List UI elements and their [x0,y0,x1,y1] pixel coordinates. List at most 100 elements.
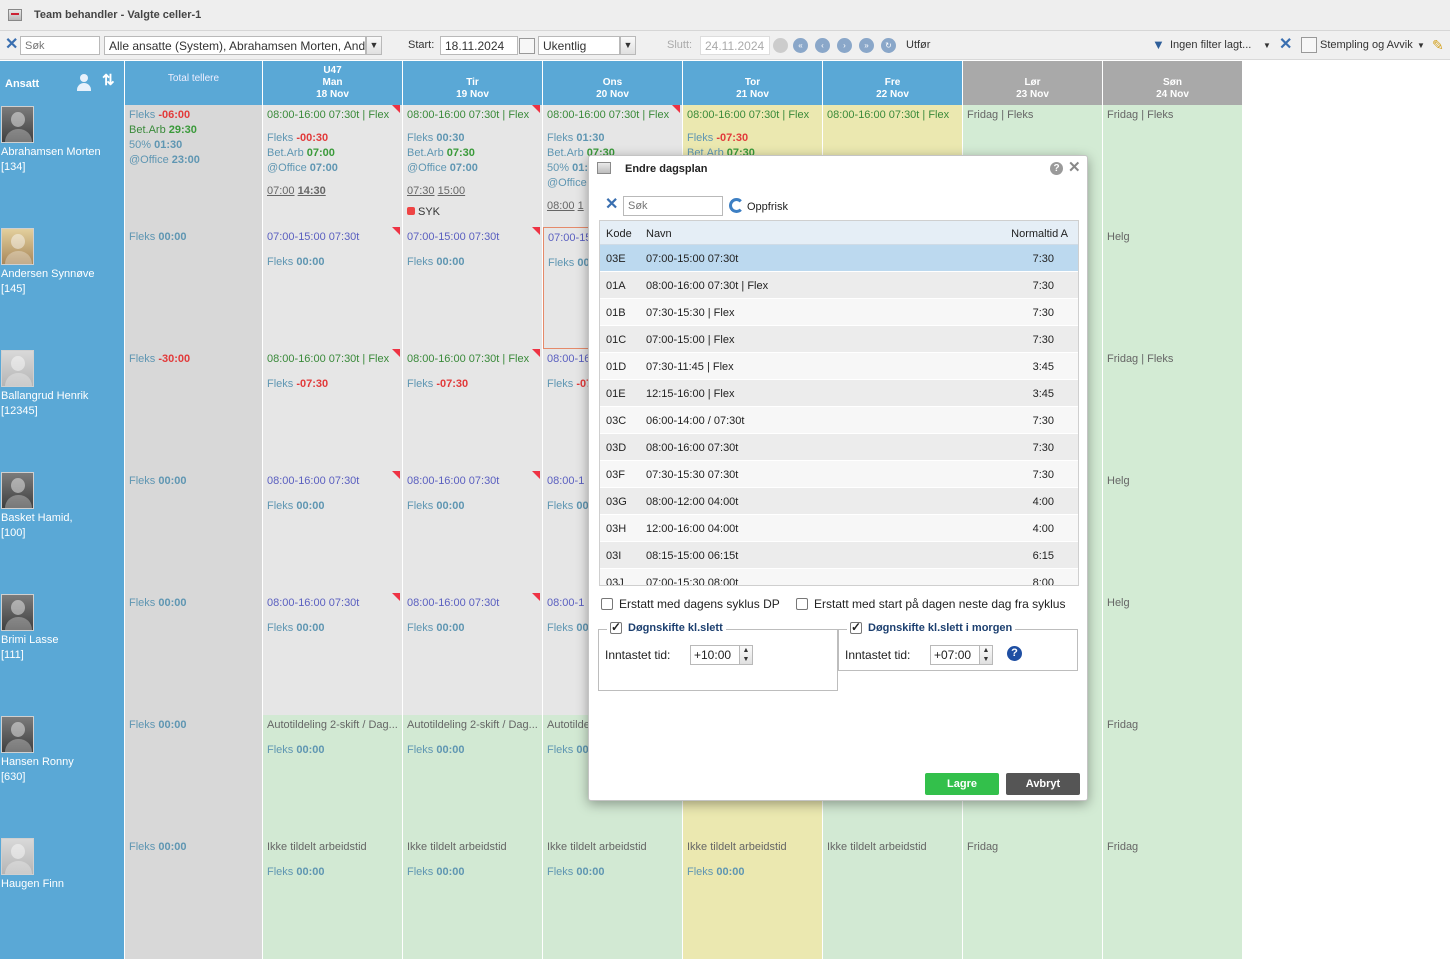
day-cell[interactable]: Ikke tildelt arbeidstid Fleks 00:00 [263,837,403,959]
day-cell[interactable]: 08:00-16:00 07:30t | Flex Fleks -07:30 [403,349,543,471]
dayplan-row[interactable]: 03C 06:00-14:00 / 07:30t 7:30 [600,407,1078,434]
save-button[interactable]: Lagre [925,773,999,795]
search-input[interactable] [20,36,100,55]
employee-cell[interactable]: Brimi Lasse [111] [0,593,125,715]
day-header[interactable]: Ons 20 Nov [543,61,683,105]
stamping-dropdown[interactable]: Stempling og Avvik [1320,36,1413,55]
day-cell[interactable]: Autotildeling 2-skift / Dag... Fleks 00:0… [403,715,543,837]
start-date-field[interactable]: 18.11.2024 [440,36,518,55]
last-icon[interactable]: » [859,38,874,53]
totals-cell[interactable]: Fleks -30:00 [125,349,263,471]
day-cell[interactable]: Fridag | Fleks [1103,349,1243,471]
totals-cell[interactable]: Fleks -06:00 Bet.Arb 29:30 50% 01:30 @Offic… [125,105,263,227]
day-header[interactable]: U47 Man 18 Nov [263,61,403,105]
day-cell[interactable]: Autotildeling 2-skift / Dag... Fleks 00:0… [263,715,403,837]
dayplan-row[interactable]: 01D 07:30-11:45 | Flex 3:45 [600,353,1078,380]
totals-cell[interactable]: Fleks 00:00 [125,715,263,837]
dayplan-row[interactable]: 03J 07:00-15:30 08:00t 8:00 [600,569,1078,585]
day-cell[interactable]: Fridag [1103,837,1243,959]
first-icon[interactable]: « [793,38,808,53]
dayplan-row[interactable]: 01B 07:30-15:30 | Flex 7:30 [600,299,1078,326]
chevron-down-icon[interactable]: ▼ [1417,36,1425,55]
employee-cell[interactable]: Abrahamsen Morten [134] [0,105,125,227]
time-stepper[interactable]: ▲ ▼ [739,645,753,665]
day-cell[interactable]: Helg [1103,471,1243,593]
filter-dropdown[interactable]: Ingen filter lagt... [1170,36,1251,55]
person-icon[interactable] [76,74,92,92]
dayplan-row[interactable]: 01A 08:00-16:00 07:30t | Flex 7:30 [600,272,1078,299]
entered-time-today-input[interactable]: +10:00 [690,645,742,665]
clear-filter-icon[interactable]: ✕ [1279,36,1292,54]
refresh-button[interactable]: Oppfrisk [747,201,788,213]
end-date-field[interactable]: 24.11.2024 [700,36,770,55]
cancel-button[interactable]: Avbryt [1006,773,1080,795]
day-cell[interactable]: 08:00-16:00 07:30t | Flex Fleks 00:30 Bet.… [403,105,543,227]
time-stepper[interactable]: ▲ ▼ [979,645,993,665]
help-icon[interactable]: ? [1007,646,1022,661]
day-cell[interactable]: 08:00-16:00 07:30t Fleks 00:00 [403,471,543,593]
refresh-icon[interactable]: ↻ [881,38,896,53]
employee-cell[interactable]: Basket Hamid, [100] [0,471,125,593]
chevron-down-icon[interactable]: ▼ [620,36,636,55]
day-cell[interactable]: Fridag [1103,715,1243,837]
pencil-icon[interactable]: ✎ [1432,36,1444,55]
day-header[interactable]: Fre 22 Nov [823,61,963,105]
clear-search-icon[interactable]: ✕ [605,196,618,214]
day-header[interactable]: Lør 23 Nov [963,61,1103,105]
shift-today-checkbox[interactable] [610,620,622,634]
day-cell[interactable]: 07:00-15:00 07:30t Fleks 00:00 [263,227,403,349]
replace-next-checkbox[interactable] [796,598,808,610]
dayplan-row[interactable]: 03D 08:00-16:00 07:30t 7:30 [600,434,1078,461]
day-cell[interactable]: Ikke tildelt arbeidstid Fleks 00:00 [543,837,683,959]
day-cell[interactable]: 08:00-16:00 07:30t Fleks 00:00 [263,593,403,715]
clear-search-icon[interactable]: ✕ [5,36,18,54]
calendar-icon[interactable] [519,38,535,54]
totals-cell[interactable]: Fleks 00:00 [125,593,263,715]
employee-cell[interactable]: Hansen Ronny [630] [0,715,125,837]
calendar-icon[interactable] [773,38,788,53]
close-icon[interactable]: ✕ [1068,160,1081,175]
day-header[interactable]: Tir 19 Nov [403,61,543,105]
next-icon[interactable]: › [837,38,852,53]
dayplan-row[interactable]: 03H 12:00-16:00 04:00t 4:00 [600,515,1078,542]
day-cell[interactable]: Ikke tildelt arbeidstid Fleks 00:00 [403,837,543,959]
replace-cycle-option[interactable]: Erstatt med dagens syklus DP [601,597,780,611]
dayplan-row[interactable]: 03G 08:00-12:00 04:00t 4:00 [600,488,1078,515]
employee-cell[interactable]: Haugen Finn [0,837,125,959]
day-cell[interactable]: Helg [1103,593,1243,715]
day-cell[interactable]: 08:00-16:00 07:30t Fleks 00:00 [403,593,543,715]
column-kode[interactable]: Kode [606,228,632,240]
totals-cell[interactable]: Fleks 00:00 [125,837,263,959]
column-navn[interactable]: Navn [646,228,672,240]
day-cell[interactable]: 08:00-16:00 07:30t | Flex Fleks -00:30 Bet… [263,105,403,227]
day-header[interactable]: Søn 24 Nov [1103,61,1243,105]
chevron-down-icon[interactable]: ▼ [1263,36,1271,55]
replace-cycle-checkbox[interactable] [601,598,613,610]
totals-cell[interactable]: Fleks 00:00 [125,227,263,349]
day-header[interactable]: Tor 21 Nov [683,61,823,105]
filter-icon[interactable]: ▼ [1152,37,1165,52]
refresh-icon[interactable] [729,198,744,213]
employee-cell[interactable]: Andersen Synnøve [145] [0,227,125,349]
dayplan-row[interactable]: 01C 07:00-15:00 | Flex 7:30 [600,326,1078,353]
dayplan-row[interactable]: 03F 07:30-15:30 07:30t 7:30 [600,461,1078,488]
employee-cell[interactable]: Ballangrud Henrik [12345] [0,349,125,471]
day-cell[interactable]: Ikke tildelt arbeidstid Fleks 00:00 [683,837,823,959]
day-cell[interactable]: 07:00-15:00 07:30t Fleks 00:00 [403,227,543,349]
day-cell[interactable]: 08:00-16:00 07:30t Fleks 00:00 [263,471,403,593]
dayplan-row[interactable]: 03I 08:15-15:00 06:15t 6:15 [600,542,1078,569]
entered-time-tomorrow-input[interactable]: +07:00 [930,645,982,665]
dayplan-row[interactable]: 03E 07:00-15:00 07:30t 7:30 [600,245,1078,272]
dialog-search-input[interactable] [623,196,723,216]
help-icon[interactable]: ? [1050,162,1063,175]
shift-tomorrow-checkbox[interactable] [850,620,862,634]
day-cell[interactable]: Helg [1103,227,1243,349]
day-cell[interactable]: Fridag [963,837,1103,959]
day-cell[interactable]: Fridag | Fleks [1103,105,1243,227]
replace-next-option[interactable]: Erstatt med start på dagen neste dag fra… [796,597,1065,611]
chevron-down-icon[interactable]: ▼ [366,36,382,55]
period-select[interactable]: Ukentlig [538,36,620,55]
day-cell[interactable]: Ikke tildelt arbeidstid [823,837,963,959]
previous-icon[interactable]: ‹ [815,38,830,53]
day-cell[interactable]: 08:00-16:00 07:30t | Flex Fleks -07:30 [263,349,403,471]
